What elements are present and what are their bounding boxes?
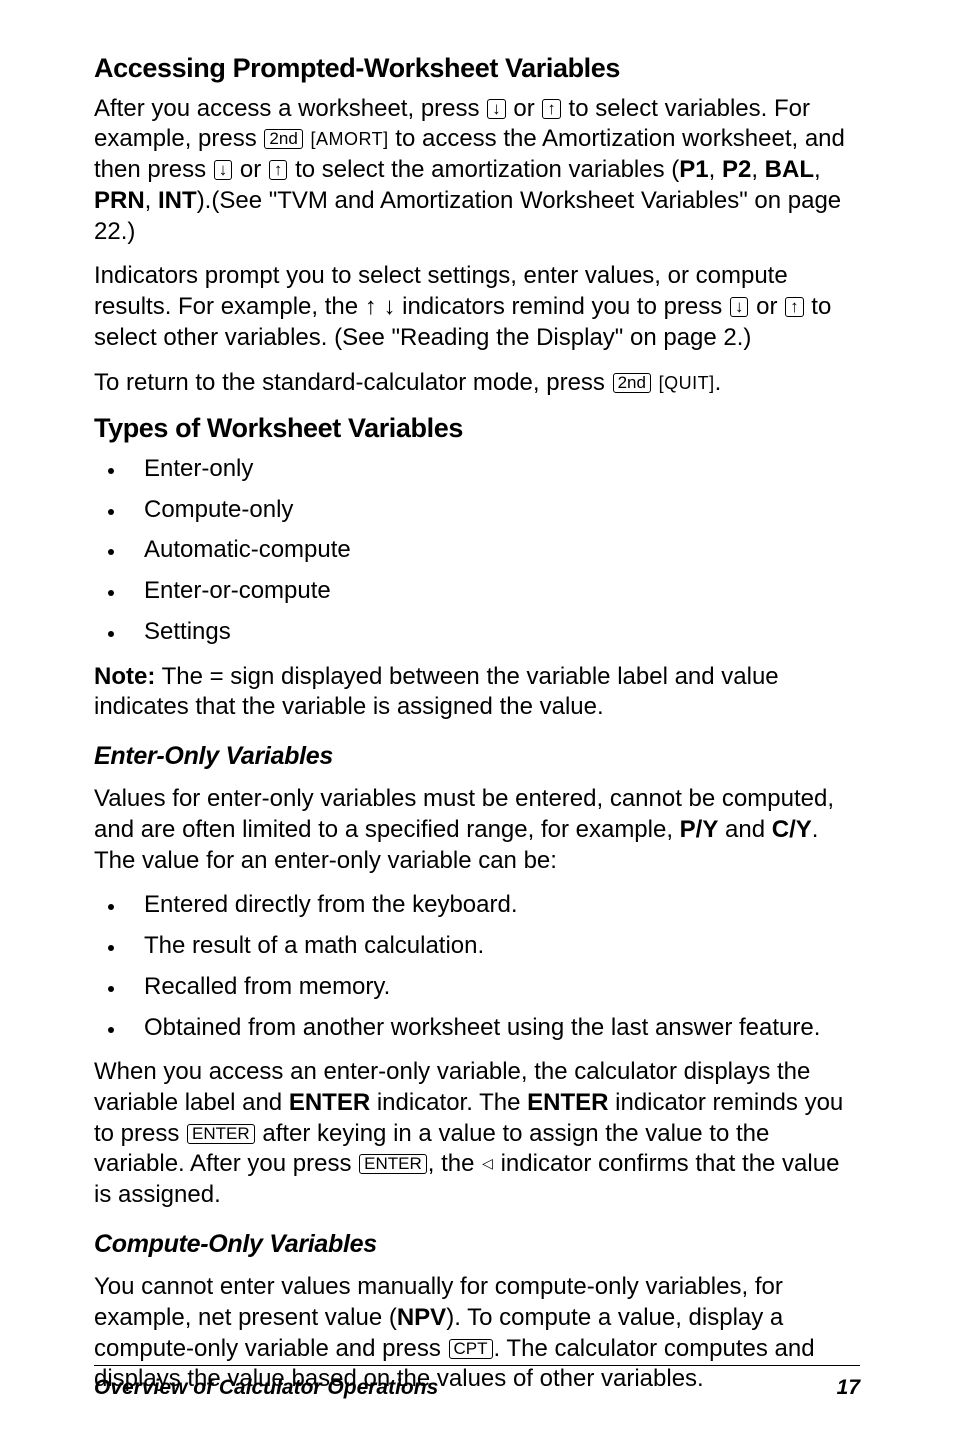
text: or <box>507 95 542 122</box>
text: to select the amortization variables ( <box>288 156 679 183</box>
text: , <box>145 187 158 214</box>
var-prn: PRN <box>94 187 145 214</box>
footer-page-number: 17 <box>837 1376 860 1400</box>
text: or <box>749 293 784 320</box>
variable-types-list: Enter-only Compute-only Automatic-comput… <box>94 454 860 648</box>
list-item: Enter-or-compute <box>126 576 860 607</box>
heading-accessing-prompted: Accessing Prompted-Worksheet Variables <box>94 52 860 86</box>
text: indicator. The <box>370 1089 527 1116</box>
var-npv: NPV <box>397 1304 446 1331</box>
quit-function: [QUIT] <box>659 373 715 393</box>
para: Values for enter-only variables must be … <box>94 784 860 876</box>
heading-types-of-variables: Types of Worksheet Variables <box>94 412 860 446</box>
list-item: Automatic-compute <box>126 535 860 566</box>
text: After you access a worksheet, press <box>94 95 486 122</box>
text: , <box>709 156 722 183</box>
var-int: INT <box>158 187 197 214</box>
text: To return to the standard-calculator mod… <box>94 369 612 396</box>
var-py: P/Y <box>680 816 719 843</box>
var-enter: ENTER <box>289 1089 370 1116</box>
down-key-icon: ↓ <box>730 297 749 317</box>
list-item: Settings <box>126 617 860 648</box>
list-item: Obtained from another worksheet using th… <box>126 1013 860 1044</box>
triangle-indicator-icon: ◁ <box>482 1155 493 1173</box>
down-key-icon: ↓ <box>214 160 233 180</box>
var-bal: BAL <box>765 156 814 183</box>
page: Accessing Prompted-Worksheet Variables A… <box>0 0 954 1456</box>
up-key-icon: ↑ <box>542 99 561 119</box>
para: Indicators prompt you to select settings… <box>94 261 860 353</box>
list-item: The result of a math calculation. <box>126 931 860 962</box>
text: The <box>155 663 209 690</box>
para: When you access an enter-only variable, … <box>94 1057 860 1211</box>
list-item: Compute-only <box>126 495 860 526</box>
text: or <box>233 156 268 183</box>
equals-sign: = <box>210 663 224 690</box>
enter-key-icon: ENTER <box>187 1124 255 1144</box>
heading-enter-only: Enter-Only Variables <box>94 741 860 772</box>
down-key-icon: ↓ <box>487 99 506 119</box>
amort-function: [AMORT] <box>310 129 388 149</box>
list-item: Entered directly from the keyboard. <box>126 890 860 921</box>
para: To return to the standard-calculator mod… <box>94 368 860 399</box>
heading-compute-only: Compute-Only Variables <box>94 1229 860 1260</box>
list-item: Recalled from memory. <box>126 972 860 1003</box>
var-p2: P2 <box>722 156 751 183</box>
var-p1: P1 <box>679 156 708 183</box>
text: , <box>814 156 821 183</box>
var-cy: C/Y <box>772 816 812 843</box>
note-para: Note: The = sign displayed between the v… <box>94 662 860 723</box>
text: indicators remind you to press <box>395 293 728 320</box>
up-key-icon: ↑ <box>785 297 804 317</box>
cpt-key-icon: CPT <box>449 1339 493 1359</box>
list-item: Enter-only <box>126 454 860 485</box>
note-label: Note: <box>94 663 155 690</box>
up-key-icon: ↑ <box>269 160 288 180</box>
text: , <box>751 156 764 183</box>
second-key-icon: 2nd <box>264 129 302 149</box>
second-key-icon: 2nd <box>613 373 651 393</box>
text: ).(See "TVM and Amortization Worksheet V… <box>94 187 841 245</box>
footer-chapter-title: Overview of Calculator Operations <box>94 1376 438 1400</box>
arrows-updown: ↑ ↓ <box>365 293 396 320</box>
text: , the <box>428 1150 481 1177</box>
text: . <box>715 369 722 396</box>
enter-key-icon: ENTER <box>359 1154 427 1174</box>
page-footer: Overview of Calculator Operations 17 <box>94 1365 860 1400</box>
var-enter: ENTER <box>527 1089 608 1116</box>
text: and <box>718 816 771 843</box>
para: After you access a worksheet, press ↓ or… <box>94 94 860 248</box>
enter-only-list: Entered directly from the keyboard. The … <box>94 890 860 1043</box>
